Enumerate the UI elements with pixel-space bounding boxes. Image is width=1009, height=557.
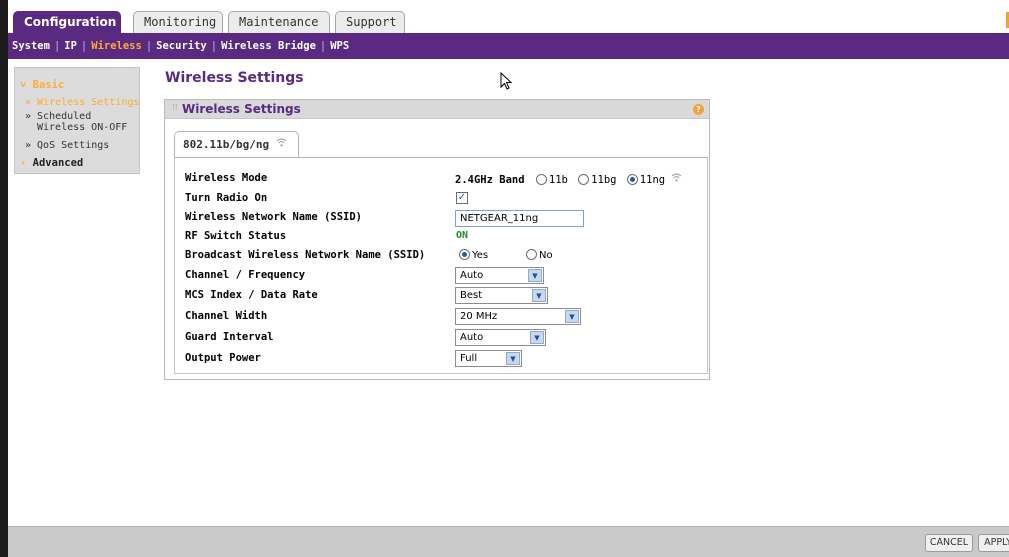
wireless-mode-group: 2.4GHz Band 11b 11bg 11ng bbox=[455, 172, 682, 186]
wifi-icon bbox=[672, 173, 682, 182]
sidebar: ˅ Basic » Wireless Settings » Scheduled … bbox=[14, 67, 140, 174]
label-mcs-index: MCS Index / Data Rate bbox=[185, 289, 318, 301]
submenu-security[interactable]: Security bbox=[156, 40, 207, 52]
submenu-wps[interactable]: WPS bbox=[330, 40, 349, 52]
channel-frequency-select[interactable]: Auto ▼ bbox=[455, 267, 544, 284]
tab-support[interactable]: Support bbox=[335, 11, 405, 33]
band-label: 2.4GHz Band bbox=[455, 174, 525, 186]
submenu-system[interactable]: System bbox=[12, 40, 50, 52]
footer-bar: CANCEL APPLY bbox=[8, 526, 1009, 557]
tab-80211bgng[interactable]: 802.11b/bg/ng bbox=[174, 131, 299, 158]
radio-11ng[interactable]: 11ng bbox=[626, 174, 665, 186]
chevron-down-icon: ˅ bbox=[20, 79, 27, 91]
radio-yes-circle[interactable] bbox=[459, 249, 470, 260]
sidebar-section-advanced[interactable]: › Advanced bbox=[20, 157, 83, 169]
radio-11bg-circle[interactable] bbox=[578, 174, 590, 185]
radio-11bg[interactable]: 11bg bbox=[578, 174, 616, 186]
submenu-wireless-bridge[interactable]: Wireless Bridge bbox=[221, 40, 316, 52]
mcs-index-select[interactable]: Best ▼ bbox=[455, 287, 548, 304]
submenu-bar: System | IP | Wireless | Security | Wireless Bri… bbox=[8, 33, 1009, 59]
turn-radio-on-checkbox[interactable]: ✓ bbox=[456, 192, 468, 204]
mouse-cursor-icon bbox=[500, 71, 513, 93]
radio-11ng-circle[interactable] bbox=[626, 174, 638, 185]
tab-configuration[interactable]: Configuration bbox=[13, 11, 121, 33]
sidebar-item-wireless-settings[interactable]: » Wireless Settings bbox=[25, 97, 139, 108]
channel-width-select[interactable]: 20 MHz ▼ bbox=[455, 308, 581, 325]
panel-header: ⁝⁝ Wireless Settings ? bbox=[165, 100, 709, 119]
wifi-icon bbox=[276, 138, 287, 147]
chevron-down-icon[interactable]: ▼ bbox=[506, 352, 520, 365]
grip-icon: ⁝⁝ bbox=[172, 103, 178, 113]
label-channel-width: Channel Width bbox=[185, 310, 268, 322]
rf-switch-status-value: ON bbox=[456, 230, 469, 241]
submenu-ip[interactable]: IP bbox=[64, 40, 77, 52]
label-guard-interval: Guard Interval bbox=[185, 331, 274, 343]
radio-no-circle[interactable] bbox=[526, 249, 537, 260]
chevron-down-icon[interactable]: ▼ bbox=[528, 269, 542, 282]
label-rf-switch-status: RF Switch Status bbox=[185, 230, 287, 242]
window-left-edge bbox=[0, 0, 8, 557]
radio-11b[interactable]: 11b bbox=[535, 174, 568, 186]
label-ssid: Wireless Network Name (SSID) bbox=[185, 211, 363, 223]
label-channel-frequency: Channel / Frequency bbox=[185, 269, 306, 281]
chevron-down-icon[interactable]: ▼ bbox=[530, 331, 544, 344]
ssid-input[interactable]: NETGEAR_11ng bbox=[455, 210, 584, 227]
help-icon[interactable]: ? bbox=[693, 104, 704, 115]
sidebar-section-basic[interactable]: ˅ Basic bbox=[20, 79, 64, 92]
radio-11b-circle[interactable] bbox=[535, 174, 547, 185]
chevron-right-icon: › bbox=[20, 157, 27, 169]
label-output-power: Output Power bbox=[185, 352, 261, 364]
sidebar-item-scheduled-line2[interactable]: Wireless ON-OFF bbox=[37, 122, 127, 133]
panel-title: Wireless Settings bbox=[182, 102, 301, 116]
chevron-down-icon[interactable]: ▼ bbox=[565, 310, 579, 323]
apply-button[interactable]: APPLY bbox=[978, 534, 1009, 552]
radio-broadcast-yes[interactable]: Yes bbox=[459, 249, 488, 261]
cancel-button[interactable]: CANCEL bbox=[925, 534, 973, 552]
submenu-wireless[interactable]: Wireless bbox=[91, 40, 142, 52]
window-top-edge bbox=[0, 0, 1009, 7]
radio-broadcast-no[interactable]: No bbox=[526, 249, 553, 261]
sidebar-item-qos-settings[interactable]: » QoS Settings bbox=[25, 140, 109, 151]
label-wireless-mode: Wireless Mode bbox=[185, 172, 268, 184]
chevron-down-icon[interactable]: ▼ bbox=[532, 289, 546, 302]
sidebar-item-scheduled[interactable]: » Scheduled bbox=[25, 111, 91, 122]
top-tabs: Configuration Monitoring Maintenance Sup… bbox=[8, 7, 1009, 33]
tab-monitoring[interactable]: Monitoring bbox=[133, 11, 223, 33]
page-title: Wireless Settings bbox=[165, 70, 304, 86]
output-power-select[interactable]: Full ▼ bbox=[455, 350, 522, 367]
guard-interval-select[interactable]: Auto ▼ bbox=[455, 329, 546, 346]
label-broadcast-ssid: Broadcast Wireless Network Name (SSID) bbox=[185, 249, 426, 261]
tab-maintenance[interactable]: Maintenance bbox=[228, 11, 330, 33]
label-turn-radio-on: Turn Radio On bbox=[185, 192, 268, 204]
